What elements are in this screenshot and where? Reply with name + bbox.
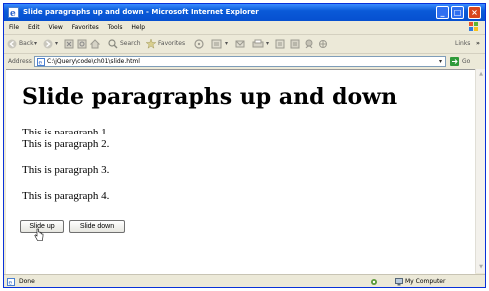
ie-icon: e	[8, 7, 19, 18]
go-arrow-icon	[450, 57, 459, 66]
close-button[interactable]: ×	[468, 6, 481, 19]
history-icon[interactable]	[211, 38, 223, 50]
print-icon[interactable]	[252, 38, 264, 50]
print-dropdown-icon[interactable]: ▾	[266, 38, 269, 50]
page-done-icon: e	[7, 278, 15, 286]
go-button[interactable]: Go	[450, 56, 478, 67]
address-label: Address	[8, 58, 32, 65]
scroll-up-icon[interactable]: ▲	[477, 70, 485, 79]
history-dropdown-icon[interactable]: ▾	[225, 38, 228, 50]
forward-icon[interactable]	[43, 38, 53, 50]
media-icon[interactable]	[194, 38, 204, 50]
vertical-scrollbar[interactable]: ▲ ▼	[475, 69, 485, 273]
svg-text:e: e	[39, 60, 43, 67]
windows-logo-icon	[469, 22, 478, 31]
menu-edit[interactable]: Edit	[28, 21, 40, 34]
menu-tools[interactable]: Tools	[108, 21, 123, 34]
standard-toolbar: Back ▾ ▾ Search Favorites ▾ ▾ Links »	[4, 34, 485, 53]
scroll-down-icon[interactable]: ▼	[477, 263, 485, 272]
security-icon	[371, 279, 377, 285]
favorites-button[interactable]: Favorites	[158, 38, 185, 50]
search-button[interactable]: Search	[120, 38, 141, 50]
refresh-icon[interactable]	[77, 38, 87, 50]
forward-dropdown-icon[interactable]: ▾	[55, 38, 58, 50]
back-button[interactable]: Back	[19, 38, 34, 50]
status-bar: e Done My Computer	[4, 274, 485, 287]
research-icon[interactable]	[318, 38, 328, 50]
toolbar-overflow-icon[interactable]: »	[476, 38, 480, 50]
edit-icon[interactable]	[275, 38, 285, 50]
svg-text:e: e	[9, 280, 13, 287]
favorites-star-icon[interactable]	[146, 38, 156, 50]
back-dropdown-icon[interactable]: ▾	[34, 38, 37, 50]
home-icon[interactable]	[90, 38, 100, 50]
svg-text:e: e	[10, 9, 16, 18]
hand-cursor-icon	[34, 228, 44, 241]
address-input[interactable]: e C:\jQuery\code\ch01\slide.html ▾	[34, 56, 446, 67]
address-value: C:\jQuery\code\ch01\slide.html	[47, 58, 140, 65]
search-icon[interactable]	[108, 38, 118, 50]
status-text: Done	[19, 278, 35, 285]
title-bar[interactable]: e Slide paragraphs up and down - Microso…	[4, 4, 485, 21]
back-icon[interactable]	[7, 38, 17, 50]
my-computer-icon	[395, 278, 403, 286]
paragraph-2: This is paragraph 2.	[22, 138, 110, 150]
messenger-icon[interactable]	[304, 38, 314, 50]
page-viewport: Slide paragraphs up and down This is par…	[6, 69, 475, 274]
go-label: Go	[462, 58, 471, 65]
minimize-button[interactable]: _	[436, 6, 449, 19]
menu-help[interactable]: Help	[131, 21, 145, 34]
browser-window: e Slide paragraphs up and down - Microso…	[3, 3, 486, 288]
address-bar: Address e C:\jQuery\code\ch01\slide.html…	[4, 53, 485, 69]
page-heading: Slide paragraphs up and down	[22, 84, 398, 110]
address-dropdown-icon[interactable]: ▾	[436, 57, 445, 66]
paragraph-4: This is paragraph 4.	[22, 190, 110, 202]
slide-down-button[interactable]: Slide down	[69, 220, 125, 233]
maximize-button[interactable]: □	[451, 6, 464, 19]
mail-icon[interactable]	[235, 38, 245, 50]
discuss-icon[interactable]	[290, 38, 300, 50]
paragraph-1: This is paragraph 1.	[22, 127, 110, 134]
stop-icon[interactable]	[64, 38, 74, 50]
menu-favorites[interactable]: Favorites	[72, 21, 99, 34]
security-zone: My Computer	[405, 278, 446, 285]
menu-file[interactable]: File	[9, 21, 19, 34]
window-title: Slide paragraphs up and down - Microsoft…	[23, 8, 259, 16]
paragraph-3: This is paragraph 3.	[22, 164, 110, 176]
links-button[interactable]: Links	[455, 38, 470, 50]
page-icon: e	[37, 58, 45, 66]
menu-view[interactable]: View	[49, 21, 63, 34]
menu-bar: File Edit View Favorites Tools Help	[4, 21, 485, 34]
